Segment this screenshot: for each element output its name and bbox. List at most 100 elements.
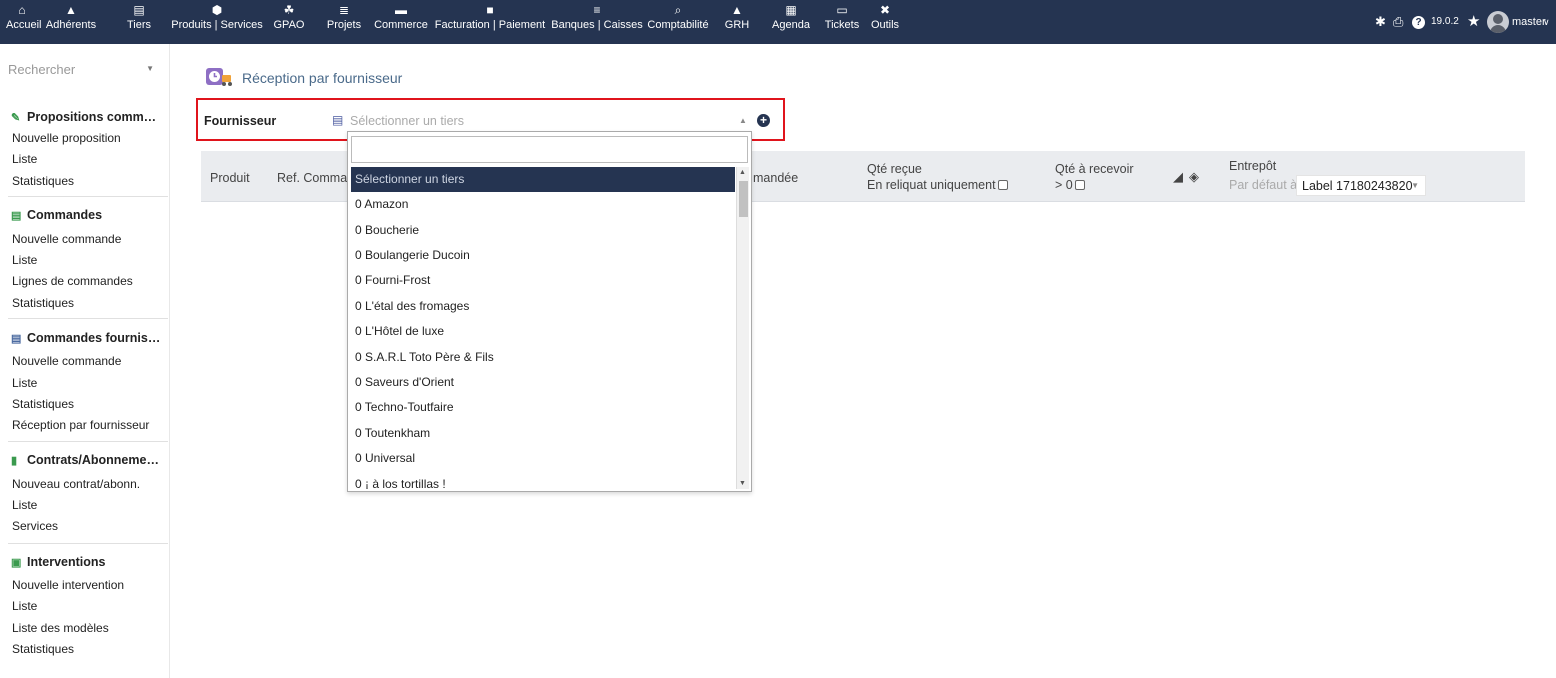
dropdown-option[interactable]: 0 Boulangerie Ducoin — [351, 243, 735, 268]
nav-accueil[interactable]: ⌂ Accueil — [6, 0, 41, 44]
sidebar-link-nouveau-contrat[interactable]: Nouveau contrat/abonn. — [12, 477, 140, 491]
reliquat-filter[interactable]: En reliquat uniquement — [867, 178, 1008, 192]
nav-grh[interactable]: ▲ GRH — [722, 0, 752, 44]
col-ref-commande: Ref. Commar — [277, 171, 352, 185]
building-icon: ▤ — [332, 113, 344, 127]
nav-facturation-paiement[interactable]: ■ Facturation | Paiement — [434, 0, 546, 44]
scrollbar-thumb[interactable] — [739, 181, 748, 217]
nav-agenda[interactable]: ▦ Agenda — [769, 0, 813, 44]
warehouse-select[interactable]: Label 17180243820 ▼ — [1296, 175, 1426, 196]
dropdown-option[interactable]: 0 Amazon — [351, 192, 735, 217]
sidebar-link-statistiques[interactable]: Statistiques — [12, 174, 74, 188]
nav-banques-caisses[interactable]: ≡ Banques | Caisses — [549, 0, 645, 44]
sidebar-link-liste[interactable]: Liste — [12, 152, 37, 166]
sidebar-section-interventions[interactable]: ▣ Interventions — [11, 555, 106, 569]
warehouse-value: Label 17180243820 — [1302, 179, 1413, 193]
cubes-icon: ☘ — [283, 3, 295, 17]
scroll-down-icon[interactable]: ▼ — [739, 480, 746, 487]
par-defaut-label: Par défaut à — [1229, 178, 1298, 192]
chevron-down-icon: ▼ — [146, 64, 154, 73]
dropdown-option[interactable]: 0 Saveurs d'Orient — [351, 370, 735, 395]
version-label: 19.0.2 — [1431, 16, 1459, 27]
user-name[interactable]: master — [1512, 16, 1546, 28]
dropdown-option[interactable]: 0 L'Hôtel de luxe — [351, 319, 735, 344]
supplier-select[interactable]: Sélectionner un tiers — [350, 114, 464, 128]
sitemap-icon: ≣ — [338, 3, 350, 17]
nav-tickets[interactable]: ▭ Tickets — [822, 0, 862, 44]
sidebar-divider — [8, 543, 168, 544]
file-signature-icon: ✎ — [11, 112, 21, 124]
dropdown-scrollbar[interactable]: ▲ ▼ — [736, 167, 749, 489]
sidebar-section-commandes-fournisseurs[interactable]: ▤ Commandes fournis… — [11, 331, 160, 345]
sidebar-link-liste[interactable]: Liste — [12, 376, 37, 390]
sidebar-link-services[interactable]: Services — [12, 519, 58, 533]
fill-drip-icon[interactable]: ◈ — [1189, 169, 1199, 185]
avatar[interactable] — [1487, 11, 1509, 33]
file-invoice-icon: ■ — [486, 3, 494, 17]
sidebar-link-liste[interactable]: Liste — [12, 599, 37, 613]
dropdown-option[interactable]: 0 Universal — [351, 446, 735, 471]
tools-icon: ✖ — [879, 3, 891, 17]
search-dollar-icon: ⌕ — [674, 3, 682, 17]
sidebar-section-propositions[interactable]: ✎ Propositions comm… — [11, 110, 156, 124]
col-produit: Produit — [210, 171, 250, 185]
col-entrepot: Entrepôt — [1229, 159, 1277, 173]
help-icon[interactable]: ? — [1412, 16, 1425, 29]
gt-zero-checkbox[interactable] — [1074, 180, 1085, 190]
eraser-icon[interactable]: ◢ — [1173, 169, 1183, 185]
reliquat-checkbox[interactable] — [997, 180, 1008, 190]
sidebar-link-liste-modeles[interactable]: Liste des modèles — [12, 621, 109, 635]
dropdown-option[interactable]: 0 Fourni-Frost — [351, 268, 735, 293]
nav-outils[interactable]: ✖ Outils — [867, 0, 903, 44]
chevron-down-icon[interactable]: ∨ — [1543, 17, 1550, 28]
sidebar-link-nouvelle-intervention[interactable]: Nouvelle intervention — [12, 578, 124, 592]
dropdown-option[interactable]: 0 Techno-Toutfaire — [351, 395, 735, 420]
nav-adherents[interactable]: ▲ Adhérents — [44, 0, 98, 44]
sidebar-divider — [8, 318, 168, 319]
dropdown-option[interactable]: 0 S.A.R.L Toto Père & Fils — [351, 345, 735, 370]
dropdown-option-selected[interactable]: Sélectionner un tiers — [351, 167, 735, 192]
sidebar-link-lignes-commandes[interactable]: Lignes de commandes — [12, 274, 133, 288]
nav-projets[interactable]: ≣ Projets — [323, 0, 365, 44]
sidebar-link-nouvelle-commande[interactable]: Nouvelle commande — [12, 232, 121, 246]
sidebar-link-liste[interactable]: Liste — [12, 253, 37, 267]
bookmark-star-icon[interactable]: ★ — [1467, 12, 1480, 30]
dropdown-option[interactable]: 0 Toutenkham — [351, 421, 735, 446]
sidebar-link-statistiques[interactable]: Statistiques — [12, 296, 74, 310]
supplier-label: Fournisseur — [204, 114, 277, 128]
nav-commerce[interactable]: ▬ Commerce — [371, 0, 431, 44]
sidebar-link-nouvelle-proposition[interactable]: Nouvelle proposition — [12, 131, 121, 145]
col-qte-commandee: mandée — [753, 171, 799, 185]
sidebar-divider — [8, 196, 168, 197]
print-icon[interactable]: ⎙ — [1393, 14, 1403, 30]
calendar-icon: ▦ — [785, 3, 797, 17]
chevron-up-icon[interactable]: ▲ — [739, 116, 747, 125]
user-tie-icon: ▲ — [731, 3, 743, 17]
bug-icon[interactable]: ✱ — [1375, 14, 1386, 30]
dropdown-search-input[interactable] — [351, 136, 748, 163]
col-qte-a-recevoir: Qté à recevoir — [1055, 162, 1134, 176]
sidebar-link-reception-fournisseur[interactable]: Réception par fournisseur — [12, 418, 149, 432]
sidebar-link-statistiques[interactable]: Statistiques — [12, 642, 74, 656]
chevron-down-icon: ▼ — [1411, 181, 1419, 190]
sidebar-search-select[interactable]: Rechercher ▼ — [8, 62, 160, 82]
sidebar-link-liste[interactable]: Liste — [12, 498, 37, 512]
nav-comptabilite[interactable]: ⌕ Comptabilité — [647, 0, 709, 44]
sidebar-link-nouvelle-commande-fournisseur[interactable]: Nouvelle commande — [12, 354, 121, 368]
dropdown-option[interactable]: 0 Boucherie — [351, 218, 735, 243]
scroll-up-icon[interactable]: ▲ — [739, 169, 746, 176]
suitcase-icon: ▬ — [395, 3, 407, 17]
sidebar-section-contrats[interactable]: ▮ Contrats/Abonneme… — [11, 453, 159, 467]
dropdown-option[interactable]: 0 ¡ à los tortillas ! — [351, 472, 735, 489]
add-supplier-icon[interactable]: + — [757, 114, 770, 127]
nav-tiers[interactable]: ▤ Tiers — [124, 0, 154, 44]
nav-gpao[interactable]: ☘ GPAO — [271, 0, 307, 44]
sidebar-section-commandes[interactable]: ▤ Commandes — [11, 208, 102, 222]
sidebar-link-statistiques[interactable]: Statistiques — [12, 397, 74, 411]
ticket-icon: ▭ — [836, 3, 848, 17]
nav-produits-services[interactable]: ⬢ Produits | Services — [169, 0, 265, 44]
delivery-clock-icon — [206, 68, 232, 86]
cube-icon: ⬢ — [211, 3, 223, 17]
dropdown-option[interactable]: 0 L'étal des fromages — [351, 294, 735, 319]
gt-zero-filter[interactable]: > 0 — [1055, 178, 1085, 192]
